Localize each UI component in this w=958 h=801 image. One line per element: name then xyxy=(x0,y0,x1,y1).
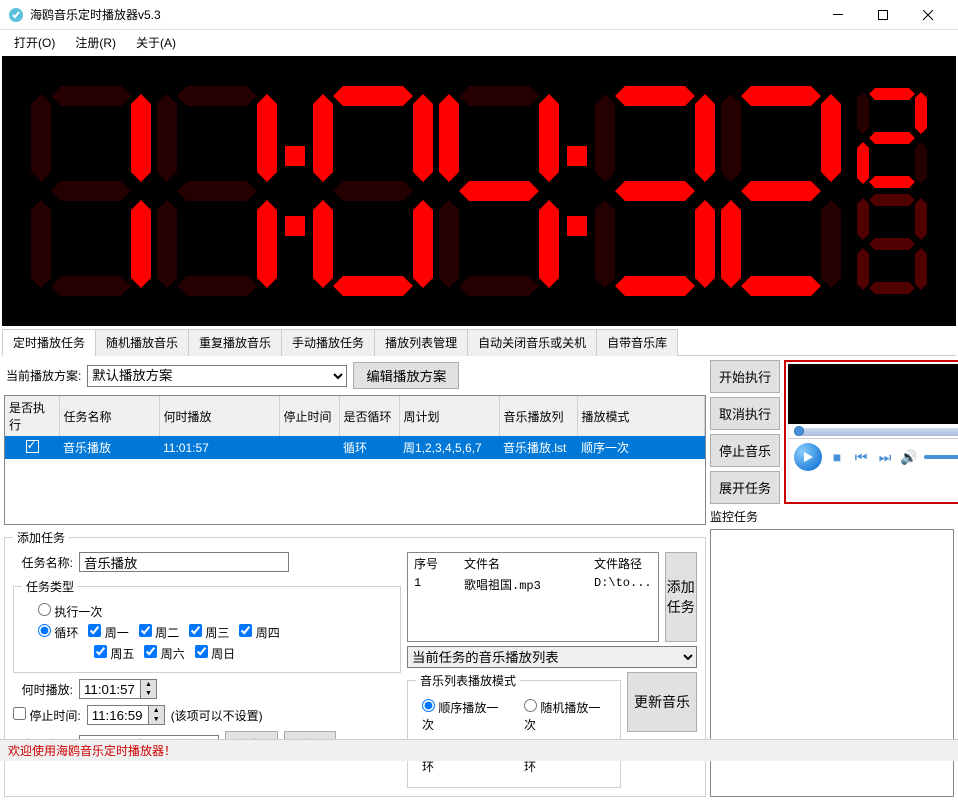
playlist-select[interactable]: 当前任务的音乐播放列表 xyxy=(407,646,697,668)
col-header[interactable]: 播放模式 xyxy=(577,396,705,436)
day-sat[interactable]: 周六 xyxy=(144,645,184,662)
expand-button[interactable]: 展开任务 xyxy=(710,471,780,504)
mode-legend: 音乐列表播放模式 xyxy=(416,672,520,689)
day-tue[interactable]: 周二 xyxy=(139,624,179,641)
file-row[interactable]: 1 歌唱祖国.mp3 D:\to... xyxy=(408,574,658,595)
col-path: 文件路径 xyxy=(594,555,652,572)
task-type-fieldset: 任务类型 执行一次 循环 周一 周二 周三 周四 周五 xyxy=(13,578,401,673)
tab-0[interactable]: 定时播放任务 xyxy=(2,329,96,356)
task-name-input[interactable] xyxy=(79,552,289,572)
play-mode-fieldset: 音乐列表播放模式 顺序播放一次 随机播放一次 顺序播放循环 随机播放循环 xyxy=(407,672,621,788)
col-header[interactable]: 何时播放 xyxy=(159,396,279,436)
app-icon xyxy=(8,7,24,23)
col-header[interactable]: 音乐播放列 xyxy=(499,396,577,436)
tab-2[interactable]: 重复播放音乐 xyxy=(188,329,282,356)
monitor-label: 监控任务 xyxy=(710,508,954,525)
task-table[interactable]: 是否执行任务名称何时播放停止时间是否循环周计划音乐播放列播放模式 音乐播放11:… xyxy=(4,395,706,525)
task-type-loop[interactable]: 循环 xyxy=(38,624,78,641)
mode-rand-once[interactable]: 随机播放一次 xyxy=(524,699,606,733)
tab-5[interactable]: 自动关闭音乐或关机 xyxy=(467,329,597,356)
day-sun[interactable]: 周日 xyxy=(195,645,235,662)
file-list[interactable]: 序号 文件名 文件路径 1 歌唱祖国.mp3 D:\to... xyxy=(407,552,659,642)
table-row[interactable]: 音乐播放11:01:57循环周1,2,3,4,5,6,7音乐播放.lst顺序一次 xyxy=(5,436,705,459)
stop-music-button[interactable]: 停止音乐 xyxy=(710,434,780,467)
tab-4[interactable]: 播放列表管理 xyxy=(374,329,468,356)
clock-panel xyxy=(2,56,956,326)
task-name-label: 任务名称: xyxy=(13,554,73,571)
video-area xyxy=(788,364,958,424)
stop-icon[interactable]: ■ xyxy=(828,449,846,465)
cancel-button[interactable]: 取消执行 xyxy=(710,397,780,430)
menu-about[interactable]: 关于(A) xyxy=(128,32,184,53)
task-type-legend: 任务类型 xyxy=(22,578,78,595)
day-mon[interactable]: 周一 xyxy=(88,624,128,641)
tab-3[interactable]: 手动播放任务 xyxy=(281,329,375,356)
day-wed[interactable]: 周三 xyxy=(189,624,229,641)
stop-stepper[interactable]: ▲▼ xyxy=(87,705,165,725)
maximize-button[interactable] xyxy=(860,0,905,29)
media-preview: ■ ⏮ ⏭ 🔊 xyxy=(784,360,958,504)
titlebar: 海鸥音乐定时播放器v5.3 xyxy=(0,0,958,30)
scheme-label: 当前播放方案: xyxy=(6,367,81,384)
mode-seq-once[interactable]: 顺序播放一次 xyxy=(422,699,504,733)
edit-scheme-button[interactable]: 编辑播放方案 xyxy=(353,362,459,389)
col-seq: 序号 xyxy=(414,555,464,572)
stop-checkbox[interactable]: 停止时间: xyxy=(13,707,81,724)
media-progress[interactable] xyxy=(794,428,958,436)
day-thu[interactable]: 周四 xyxy=(239,624,279,641)
col-header[interactable]: 停止时间 xyxy=(279,396,339,436)
col-header[interactable]: 任务名称 xyxy=(59,396,159,436)
update-music-button[interactable]: 更新音乐 xyxy=(627,672,697,732)
play-icon[interactable] xyxy=(794,443,822,471)
col-name: 文件名 xyxy=(464,555,594,572)
add-task-legend: 添加任务 xyxy=(13,529,69,546)
when-label: 何时播放: xyxy=(13,681,73,698)
window-title: 海鸥音乐定时播放器v5.3 xyxy=(30,6,815,23)
stop-note: (该项可以不设置) xyxy=(171,707,263,724)
tabs: 定时播放任务随机播放音乐重复播放音乐手动播放任务播放列表管理自动关闭音乐或关机自… xyxy=(2,328,956,356)
statusbar: 欢迎使用海鸥音乐定时播放器！ xyxy=(0,739,958,761)
add-task-button[interactable]: 添加任务 xyxy=(665,552,697,642)
minimize-button[interactable] xyxy=(815,0,860,29)
tab-1[interactable]: 随机播放音乐 xyxy=(95,329,189,356)
col-header[interactable]: 是否执行 xyxy=(5,396,59,436)
day-fri[interactable]: 周五 xyxy=(94,645,134,662)
status-text: 欢迎使用海鸥音乐定时播放器！ xyxy=(8,742,176,759)
close-button[interactable] xyxy=(905,0,950,29)
col-header[interactable]: 周计划 xyxy=(399,396,499,436)
col-header[interactable]: 是否循环 xyxy=(339,396,399,436)
when-stepper[interactable]: ▲▼ xyxy=(79,679,157,699)
next-icon[interactable]: ⏭ xyxy=(876,449,894,466)
menu-register[interactable]: 注册(R) xyxy=(67,32,124,53)
menubar: 打开(O) 注册(R) 关于(A) xyxy=(0,30,958,54)
menu-open[interactable]: 打开(O) xyxy=(6,32,63,53)
start-button[interactable]: 开始执行 xyxy=(710,360,780,393)
volume-slider[interactable] xyxy=(924,455,958,459)
task-type-once[interactable]: 执行一次 xyxy=(38,603,102,620)
prev-icon[interactable]: ⏮ xyxy=(852,449,870,466)
tab-6[interactable]: 自带音乐库 xyxy=(596,329,678,356)
volume-icon[interactable]: 🔊 xyxy=(900,449,918,466)
scheme-select[interactable]: 默认播放方案 xyxy=(87,365,347,387)
